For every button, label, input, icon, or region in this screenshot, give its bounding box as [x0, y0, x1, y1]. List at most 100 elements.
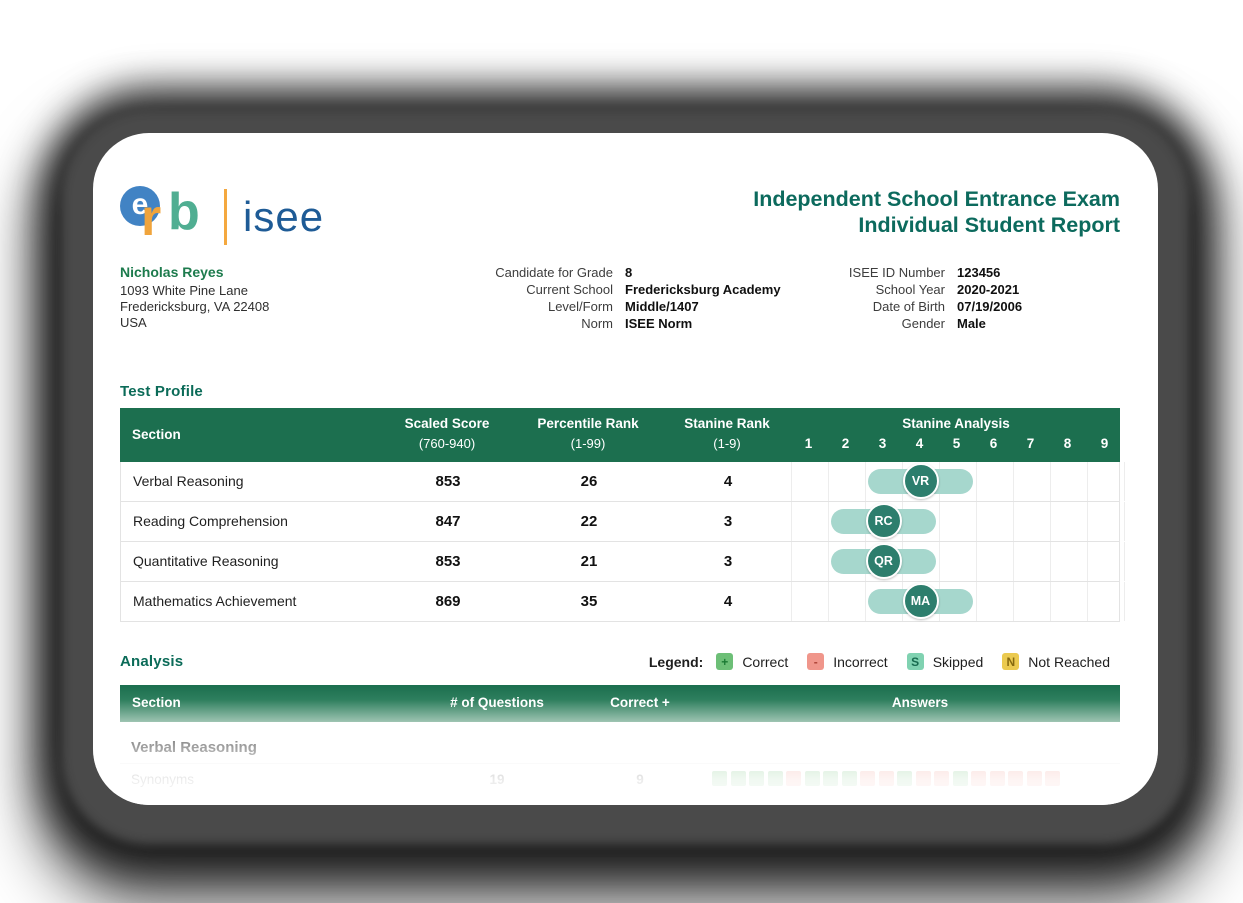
answer-mark-icon	[786, 771, 801, 786]
info-label: Current School	[526, 282, 613, 297]
faded-row-num-questions: 19	[489, 772, 505, 787]
answer-mark-icon	[749, 771, 764, 786]
row-scaled-score: 847	[435, 513, 461, 530]
report-title: Independent School Entrance Exam Individ…	[753, 186, 1120, 238]
faded-row-correct: 9	[636, 772, 644, 787]
stanine-grid-line	[1124, 582, 1125, 621]
legend-skipped-icon: S	[906, 653, 924, 670]
row-percentile: 26	[580, 473, 598, 490]
stanine-grid-line	[976, 502, 977, 541]
info-row: School Year 2020-2021	[815, 281, 1022, 298]
info-row: Date of Birth 07/19/2006	[815, 298, 1022, 315]
row-stanine: 4	[723, 593, 733, 610]
legend-item-label: Skipped	[932, 653, 984, 670]
legend-label: Legend:	[648, 653, 704, 670]
answer-mark-icon	[934, 771, 949, 786]
info-value: 07/19/2006	[957, 299, 1023, 314]
info-row: Norm ISEE Norm	[453, 315, 781, 332]
answer-mark-icon	[989, 771, 1005, 786]
row-percentile: 22	[580, 513, 598, 530]
stanine-number: 3	[878, 436, 887, 451]
registration-info-column: ISEE ID Number 123456 School Year 2020-2021…	[815, 264, 1022, 332]
stanine-grid-line	[976, 542, 977, 581]
answer-mark-icon	[897, 771, 912, 786]
test-profile-heading: Test Profile	[120, 383, 203, 400]
stanine-grid-line	[1124, 502, 1125, 541]
answer-mark-icon	[952, 771, 968, 786]
logo-divider	[224, 189, 227, 245]
student-address-line: 1093 White Pine Lane	[120, 283, 248, 298]
test-profile-table: Section Scaled Score (760-940) Percentil…	[120, 408, 1125, 622]
analysis-faded-row: Synonyms 19 9	[120, 763, 1120, 794]
row-stanine: 3	[723, 553, 733, 570]
student-address-line: USA	[120, 315, 147, 330]
info-row: Current School Fredericksburg Academy	[453, 281, 780, 298]
col-correct: Correct +	[610, 695, 670, 710]
col-stanine-range: (1-9)	[713, 436, 741, 451]
answer-mark-icon	[878, 771, 894, 786]
row-scaled-score: 853	[435, 553, 461, 570]
stanine-grid-line	[1087, 462, 1088, 501]
stanine-grid-line	[1124, 462, 1125, 501]
info-value: ISEE Norm	[625, 316, 693, 331]
stanine-grid-line	[828, 462, 829, 501]
analysis-heading: Analysis	[120, 653, 184, 670]
erb-isee-logo: e r b isee	[120, 183, 324, 248]
row-stanine: 3	[723, 513, 733, 530]
info-label: ISEE ID Number	[848, 265, 945, 280]
candidate-info-column: Candidate for Grade 8 Current School Freder…	[453, 264, 781, 332]
student-address-line: Fredericksburg, VA 22408	[120, 299, 270, 314]
stanine-grid-line	[828, 582, 829, 621]
info-label: Gender	[901, 316, 945, 331]
stanine-grid-line	[976, 582, 977, 621]
stanine-grid-line	[1013, 502, 1014, 541]
stanine-marker-ma: MA	[902, 583, 939, 619]
stanine-grid-line	[865, 582, 866, 621]
row-section-name: Verbal Reasoning	[133, 473, 244, 489]
row-percentile: 35	[580, 593, 598, 610]
row-section-name: Mathematics Achievement	[133, 593, 297, 609]
col-percentile-range: (1-99)	[570, 436, 606, 451]
report-card: e r b isee Independent School Entrance E…	[93, 133, 1158, 805]
student-address-lines: 1093 White Pine Lane Fredericksburg, VA 2…	[120, 283, 269, 331]
erb-logo-icon: e r b	[120, 183, 216, 248]
test-profile-row: Quantitative Reasoning 853 21 3 QR	[121, 542, 1125, 582]
stanine-number: 1	[804, 436, 813, 451]
stanine-grid-line	[791, 502, 792, 541]
stanine-number: 9	[1100, 436, 1109, 451]
answer-mark-icon	[823, 771, 838, 786]
info-label: School Year	[875, 282, 945, 297]
answer-mark-icon	[712, 771, 727, 786]
stanine-grid-line	[791, 542, 792, 581]
col-num-questions: # of Questions	[450, 695, 544, 710]
info-label: Norm	[581, 316, 613, 331]
legend-correct-icon: +	[716, 653, 734, 670]
answer-marks-strip	[712, 771, 1060, 786]
stanine-number: 5	[952, 436, 961, 451]
row-scaled-score: 869	[435, 593, 461, 610]
info-row: Level/Form Middle/1407	[453, 298, 781, 315]
test-profile-rows: Verbal Reasoning 853 26 4 VR Reading Comprehe…	[120, 462, 1125, 622]
stanine-grid-line	[828, 542, 829, 581]
col-stanine-analysis: Stanine Analysis	[902, 416, 1010, 431]
info-row: Gender Male	[815, 315, 1022, 332]
answer-mark-icon	[841, 771, 857, 786]
stanine-grid-line	[939, 502, 940, 541]
stanine-grid-line	[1050, 502, 1051, 541]
answer-mark-icon	[1045, 771, 1060, 786]
stanine-grid-line	[939, 542, 940, 581]
answer-mark-icon	[1026, 771, 1042, 786]
test-profile-row: Reading Comprehension 847 22 3 RC	[121, 502, 1125, 542]
page-background: e r b isee Independent School Entrance E…	[0, 0, 1243, 903]
row-stanine: 4	[723, 473, 733, 490]
erb-letter-r: r	[141, 189, 162, 247]
answer-mark-icon	[730, 771, 746, 786]
answer-mark-icon	[767, 771, 783, 786]
stanine-grid-line	[1087, 582, 1088, 621]
stanine-grid-line	[1087, 502, 1088, 541]
stanine-grid-line	[1050, 542, 1051, 581]
test-profile-row: Mathematics Achievement 869 35 4 MA	[121, 582, 1125, 621]
legend-incorrect-icon: -	[807, 653, 825, 670]
col-section: Section	[132, 427, 181, 442]
analysis-table: Section # of Questions Correct + Answers	[120, 685, 1120, 722]
